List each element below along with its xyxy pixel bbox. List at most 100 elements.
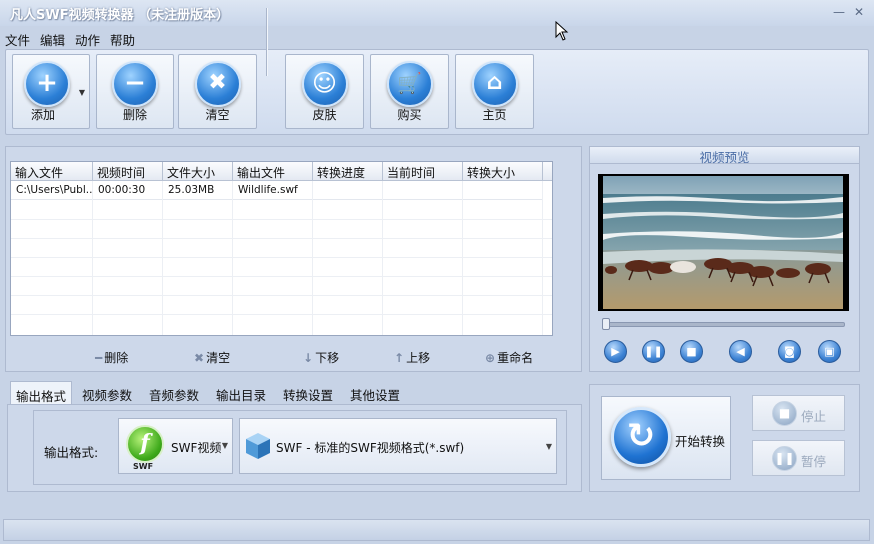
plus-icon: + bbox=[24, 61, 70, 107]
swf-icon: f bbox=[126, 425, 164, 463]
col-output-file[interactable]: 输出文件 bbox=[233, 162, 313, 181]
camera-icon[interactable]: ◙ bbox=[778, 340, 801, 363]
start-convert-button[interactable]: ↻ 开始转换 bbox=[601, 396, 731, 480]
minus-icon: ━ bbox=[95, 351, 103, 365]
video-preview-image bbox=[603, 176, 843, 309]
table-cell[interactable]: Wildlife.swf bbox=[233, 181, 313, 200]
grid-line bbox=[232, 181, 233, 335]
grid-line bbox=[462, 181, 463, 335]
x-icon: ✖ bbox=[194, 61, 241, 107]
delete-button-label: 删除 bbox=[122, 108, 147, 122]
stop-icon[interactable]: ■ bbox=[680, 340, 703, 363]
home-icon: ⌂ bbox=[471, 61, 518, 107]
table-cell[interactable]: 25.03MB bbox=[163, 181, 233, 200]
seek-slider-handle[interactable] bbox=[602, 318, 610, 330]
toolbar-separator bbox=[266, 8, 268, 76]
folder-icon[interactable]: ▣ bbox=[818, 340, 841, 363]
minus-icon: − bbox=[112, 61, 158, 107]
move-up-label: 上移 bbox=[406, 351, 431, 365]
add-button[interactable]: + ▼ 添加 bbox=[12, 54, 90, 129]
list-delete-label: 删除 bbox=[104, 351, 129, 365]
table-cell[interactable]: 00:00:30 bbox=[93, 181, 163, 200]
buy-button[interactable]: 🛒 购买 bbox=[370, 54, 449, 129]
col-input-file[interactable]: 输入文件 bbox=[11, 162, 93, 181]
format-description: SWF - 标准的SWF视频格式(*.swf) bbox=[276, 441, 465, 455]
pause-button[interactable]: ❚❚ 暂停 bbox=[752, 440, 845, 476]
cube-icon bbox=[246, 433, 270, 459]
col-video-time[interactable]: 视频时间 bbox=[93, 162, 163, 181]
move-down-label: 下移 bbox=[315, 351, 340, 365]
chevron-down-icon[interactable]: ▼ bbox=[222, 441, 228, 450]
col-progress[interactable]: 转换进度 bbox=[313, 162, 383, 181]
home-button-label: 主页 bbox=[482, 108, 507, 122]
stop-label: 停止 bbox=[801, 409, 827, 424]
tab-video-params[interactable]: 视频参数 bbox=[77, 381, 137, 405]
skin-button[interactable]: ☺ 皮肤 bbox=[285, 54, 364, 129]
menu-help[interactable]: 帮助 bbox=[105, 26, 140, 49]
x-icon: ✖ bbox=[194, 351, 205, 365]
list-clear-label: 清空 bbox=[206, 351, 231, 365]
table-cell[interactable]: C:\Users\Publ... bbox=[11, 181, 93, 200]
table-cell[interactable] bbox=[383, 181, 463, 200]
volume-icon[interactable]: ◀ bbox=[729, 340, 752, 363]
delete-button[interactable]: − 删除 bbox=[96, 54, 174, 129]
pause-icon: ❚❚ bbox=[772, 446, 797, 471]
tab-convert-settings[interactable]: 转换设置 bbox=[278, 381, 338, 405]
status-bar bbox=[3, 519, 870, 541]
format-type-button[interactable]: f SWF SWF视频 ▼ bbox=[118, 418, 233, 474]
pause-label: 暂停 bbox=[801, 454, 827, 469]
table-cell[interactable] bbox=[463, 181, 543, 200]
rename-label: 重命名 bbox=[497, 351, 534, 365]
format-select[interactable]: SWF - 标准的SWF视频格式(*.swf) ▼ bbox=[239, 418, 557, 474]
format-type-label: SWF视频 bbox=[171, 441, 222, 455]
list-clear-button[interactable]: ✖ 清空 bbox=[194, 349, 230, 366]
clear-button-label: 清空 bbox=[205, 108, 230, 122]
pause-icon[interactable]: ❚❚ bbox=[642, 340, 665, 363]
col-convert-size[interactable]: 转换大小 bbox=[463, 162, 543, 181]
seek-track[interactable] bbox=[602, 322, 845, 327]
col-file-size[interactable]: 文件大小 bbox=[163, 162, 233, 181]
tab-audio-params[interactable]: 音频参数 bbox=[144, 381, 204, 405]
file-table[interactable]: 输入文件 视频时间 文件大小 输出文件 转换进度 当前时间 转换大小 C:\Us… bbox=[10, 161, 553, 336]
window-title: 凡人SWF视频转换器 （未注册版本） bbox=[10, 8, 230, 23]
stop-button[interactable]: ■ 停止 bbox=[752, 395, 845, 431]
move-down-button[interactable]: ↓ 下移 bbox=[303, 349, 339, 366]
skin-button-label: 皮肤 bbox=[312, 108, 337, 122]
smiley-icon: ☺ bbox=[301, 61, 348, 107]
chevron-down-icon[interactable]: ▼ bbox=[79, 88, 85, 97]
minimize-button[interactable]: — bbox=[832, 5, 846, 19]
tab-output-format[interactable]: 输出格式 bbox=[10, 381, 73, 405]
menu-file[interactable]: 文件 bbox=[0, 26, 35, 49]
mouse-cursor-icon bbox=[555, 21, 569, 41]
preview-title: 视频预览 bbox=[590, 147, 859, 165]
menu-action[interactable]: 动作 bbox=[70, 26, 105, 49]
grid-line bbox=[162, 181, 163, 335]
clear-button[interactable]: ✖ 清空 bbox=[178, 54, 257, 129]
menu-edit[interactable]: 编辑 bbox=[35, 26, 70, 49]
menu-bar: 文件 编辑 动作 帮助 bbox=[0, 26, 874, 48]
play-icon[interactable]: ▶ bbox=[604, 340, 627, 363]
grid-line bbox=[312, 181, 313, 335]
grid-line bbox=[542, 181, 543, 335]
buy-button-label: 购买 bbox=[397, 108, 422, 122]
chevron-down-icon[interactable]: ▼ bbox=[546, 442, 552, 451]
add-button-label: 添加 bbox=[30, 108, 55, 122]
tab-other-settings[interactable]: 其他设置 bbox=[345, 381, 405, 405]
swf-icon-text: SWF bbox=[133, 462, 154, 471]
tab-output-dir[interactable]: 输出目录 bbox=[211, 381, 271, 405]
col-current-time[interactable]: 当前时间 bbox=[383, 162, 463, 181]
stop-icon: ■ bbox=[772, 401, 797, 426]
rename-button[interactable]: ⊕ 重命名 bbox=[485, 349, 533, 366]
grid-line bbox=[382, 181, 383, 335]
close-button[interactable]: ✕ bbox=[852, 5, 866, 19]
grid-line bbox=[92, 181, 93, 335]
arrow-up-icon: ↑ bbox=[394, 351, 405, 365]
move-up-button[interactable]: ↑ 上移 bbox=[394, 349, 430, 366]
home-button[interactable]: ⌂ 主页 bbox=[455, 54, 534, 129]
list-delete-button[interactable]: ━ 删除 bbox=[95, 349, 128, 366]
table-cell[interactable] bbox=[313, 181, 383, 200]
rename-icon: ⊕ bbox=[485, 351, 496, 365]
arrow-down-icon: ↓ bbox=[303, 351, 314, 365]
col-filler bbox=[543, 162, 552, 181]
cart-icon: 🛒 bbox=[386, 61, 433, 107]
